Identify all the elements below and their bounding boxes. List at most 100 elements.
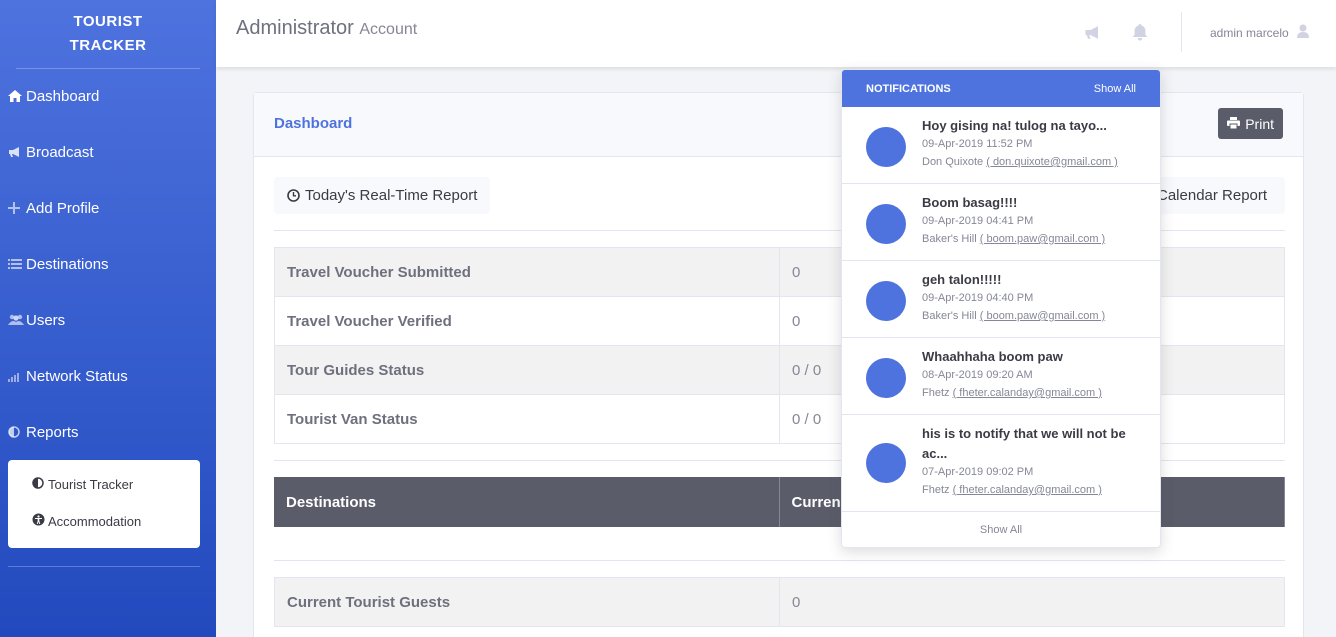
title-sub: Account xyxy=(359,21,418,38)
stat-label: Travel Voucher Verified xyxy=(274,296,780,346)
sender-name: Baker's Hill xyxy=(922,310,977,322)
bullhorn-icon[interactable] xyxy=(1083,22,1103,42)
sidebar-item-destinations[interactable]: Destinations xyxy=(0,252,216,276)
clock-icon xyxy=(287,189,300,202)
sidebar-item-label: Destinations xyxy=(26,255,109,273)
divider xyxy=(274,560,1285,561)
bell-icon[interactable] xyxy=(1130,22,1150,42)
sender-name: Don Quixote xyxy=(922,156,984,168)
sender-email: ( boom.paw@gmail.com ) xyxy=(979,233,1106,245)
sidebar-item-add-profile[interactable]: Add Profile xyxy=(0,196,216,220)
user-icon xyxy=(1296,24,1309,41)
stat-label: Current Tourist Guests xyxy=(274,577,780,627)
notification-item[interactable]: geh talon!!!!! 09-Apr-2019 04:40 PM Bake… xyxy=(842,261,1160,338)
submenu-item-accommodation[interactable]: Accommodation xyxy=(32,513,141,529)
title-main: Administrator xyxy=(236,17,354,39)
sidebar-item-label: Dashboard xyxy=(26,87,100,105)
brand-line-1: TOURIST xyxy=(73,13,143,30)
sidebar-item-label: Users xyxy=(26,311,66,329)
sidebar-item-broadcast[interactable]: Broadcast xyxy=(0,140,216,164)
notification-sender: Fhetz ( fheter.calanday@gmail.com ) xyxy=(922,387,1147,399)
user-menu[interactable]: admin marcelo xyxy=(1210,24,1309,41)
notification-item[interactable]: his is to notify that we will not be ac.… xyxy=(842,415,1160,512)
submenu-item-label: Accommodation xyxy=(48,513,142,529)
notification-time: 09-Apr-2019 04:40 PM xyxy=(922,292,1034,304)
signal-icon xyxy=(8,370,26,382)
sender-email: ( fheter.calanday@gmail.com ) xyxy=(952,484,1102,496)
notification-time: 09-Apr-2019 11:52 PM xyxy=(922,138,1033,150)
notification-message: Hoy gising na! tulog na tayo... xyxy=(922,118,1107,133)
avatar xyxy=(866,358,906,398)
plus-icon xyxy=(8,202,26,214)
topbar: Administrator Account admin marcelo xyxy=(216,0,1336,67)
notification-message: geh talon!!!!! xyxy=(922,272,1002,287)
column-header-destinations: Destinations xyxy=(274,477,780,527)
notification-time: 07-Apr-2019 09:02 PM xyxy=(922,466,1034,478)
user-name: admin marcelo xyxy=(1210,25,1289,40)
notifications-dropdown: NOTIFICATIONS Show All Hoy gising na! tu… xyxy=(841,69,1161,548)
sender-email: ( don.quixote@gmail.com ) xyxy=(986,156,1118,168)
avatar xyxy=(866,204,906,244)
print-icon xyxy=(1227,116,1241,132)
sidebar-item-label: Reports xyxy=(26,423,79,441)
sidebar-item-label: Add Profile xyxy=(26,199,100,217)
home-icon xyxy=(8,90,26,102)
table-row: Current Tourist Guests 0 xyxy=(274,577,1285,627)
topbar-divider xyxy=(1181,12,1182,52)
notification-time: 08-Apr-2019 09:20 AM xyxy=(922,369,1033,381)
tab-label: Today's Real-Time Report xyxy=(305,187,478,204)
notification-message: his is to notify that we will not be ac.… xyxy=(922,426,1126,461)
reports-submenu: Tourist Tracker Accommodation xyxy=(8,460,200,548)
avatar xyxy=(866,281,906,321)
sidebar-item-users[interactable]: Users xyxy=(0,308,216,332)
show-all-link[interactable]: Show All xyxy=(1094,83,1136,95)
sidebar-item-dashboard[interactable]: Dashboard xyxy=(0,84,216,108)
sidebar-divider xyxy=(16,68,200,69)
sender-email: ( boom.paw@gmail.com ) xyxy=(979,310,1106,322)
adjust-icon xyxy=(32,477,48,492)
notification-item[interactable]: Hoy gising na! tulog na tayo... 09-Apr-2… xyxy=(842,107,1160,184)
brand-line-2: TRACKER xyxy=(69,37,147,54)
sender-name: Fhetz xyxy=(922,484,950,496)
notification-message: Whaahhaha boom paw xyxy=(922,349,1063,364)
notification-sender: Don Quixote ( don.quixote@gmail.com ) xyxy=(922,156,1147,168)
sender-email: ( fheter.calanday@gmail.com ) xyxy=(952,387,1102,399)
submenu-item-label: Tourist Tracker xyxy=(48,477,134,492)
notifications-header: NOTIFICATIONS Show All xyxy=(842,70,1160,107)
sidebar-item-label: Network Status xyxy=(26,367,128,385)
sidebar-item-label: Broadcast xyxy=(26,143,94,161)
notification-sender: Fhetz ( fheter.calanday@gmail.com ) xyxy=(922,484,1147,496)
adjust-icon xyxy=(8,426,26,438)
sender-name: Fhetz xyxy=(922,387,950,399)
notification-item[interactable]: Whaahhaha boom paw 08-Apr-2019 09:20 AM … xyxy=(842,338,1160,415)
stat-value: 0 xyxy=(779,577,1285,627)
notification-sender: Baker's Hill ( boom.paw@gmail.com ) xyxy=(922,233,1147,245)
notification-item[interactable]: Boom basag!!!! 09-Apr-2019 04:41 PM Bake… xyxy=(842,184,1160,261)
submenu-item-tourist-tracker[interactable]: Tourist Tracker xyxy=(32,477,133,492)
notification-sender: Baker's Hill ( boom.paw@gmail.com ) xyxy=(922,310,1147,322)
brand-logo[interactable]: TOURIST TRACKER xyxy=(0,0,216,68)
tab-calendar-report[interactable]: Calendar Report xyxy=(1144,177,1285,214)
users-icon xyxy=(8,314,26,326)
page-title: Administrator Account xyxy=(236,17,417,40)
notification-message: Boom basag!!!! xyxy=(922,195,1018,210)
print-label: Print xyxy=(1245,115,1274,132)
sidebar-item-network-status[interactable]: Network Status xyxy=(0,364,216,388)
bullhorn-icon xyxy=(8,146,26,158)
sidebar-item-reports[interactable]: Reports xyxy=(0,420,216,444)
universal-access-icon xyxy=(32,513,48,529)
sidebar: TOURIST TRACKER Dashboard Broadcast Add … xyxy=(0,0,216,637)
list-icon xyxy=(8,258,26,270)
show-all-footer-link[interactable]: Show All xyxy=(842,512,1160,547)
notification-time: 09-Apr-2019 04:41 PM xyxy=(922,215,1034,227)
tab-realtime-report[interactable]: Today's Real-Time Report xyxy=(274,177,491,214)
card-title: Dashboard xyxy=(274,115,353,132)
stat-label: Tourist Van Status xyxy=(274,394,780,444)
sidebar-divider xyxy=(8,566,200,567)
print-button[interactable]: Print xyxy=(1218,108,1283,139)
avatar xyxy=(866,127,906,167)
notifications-title: NOTIFICATIONS xyxy=(866,82,951,95)
guests-table: Current Tourist Guests 0 xyxy=(274,577,1285,627)
stat-label: Tour Guides Status xyxy=(274,345,780,395)
avatar xyxy=(866,443,906,483)
